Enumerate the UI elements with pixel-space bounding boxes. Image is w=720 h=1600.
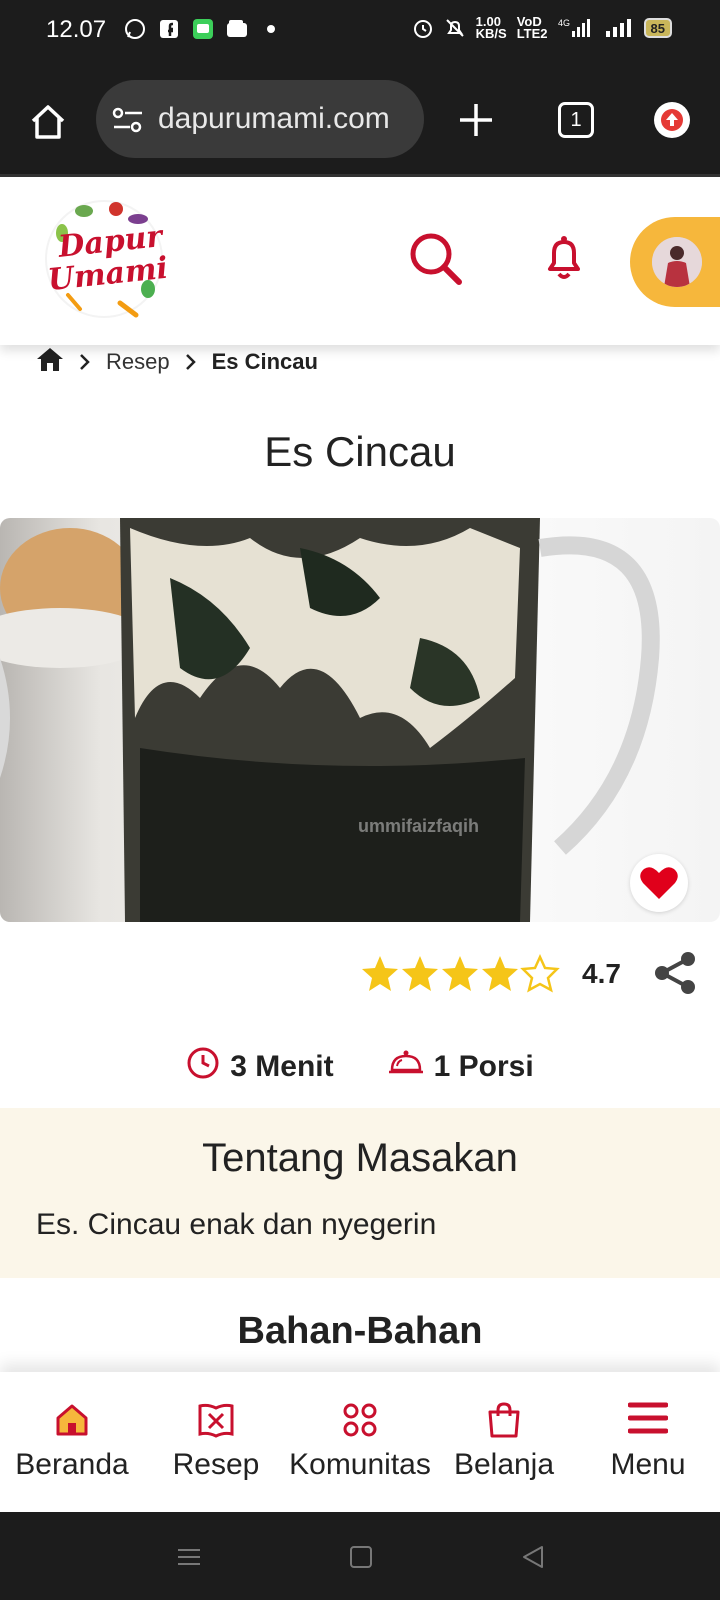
chevron-right-icon: [78, 352, 92, 372]
nav-beranda[interactable]: Beranda: [0, 1372, 144, 1512]
mute-notifications-icon: [444, 17, 466, 39]
plus-icon: [460, 104, 492, 136]
browser-home-button[interactable]: [28, 102, 68, 142]
bell-icon[interactable]: [544, 235, 584, 281]
recipe-book-icon: [196, 1400, 236, 1440]
cook-time: 3 Menit: [186, 1046, 334, 1088]
star-filled-icon: [360, 954, 400, 994]
nav-resep[interactable]: Resep: [144, 1372, 288, 1512]
notification-icons: [124, 18, 282, 40]
home-icon: [52, 1400, 92, 1440]
serving-dish-icon: [388, 1048, 424, 1086]
profile-button[interactable]: [630, 217, 720, 307]
nav-label: Komunitas: [289, 1448, 431, 1481]
facebook-icon: [158, 18, 180, 40]
back-triangle-icon[interactable]: [518, 1542, 548, 1572]
nav-label: Menu: [610, 1448, 686, 1481]
about-text: Es. Cincau enak dan nyegerin: [36, 1208, 437, 1241]
favorite-button[interactable]: [630, 854, 688, 912]
star-filled-icon: [400, 954, 440, 994]
nav-label: Resep: [172, 1448, 260, 1481]
status-bar: 12.07 1.00 KB/S VoD LTE2 4G 85: [0, 0, 720, 64]
signal-bars-icon: [604, 17, 634, 39]
cook-time-value: 3 Menit: [230, 1050, 334, 1083]
recipe-image: ummifaizfaqih: [0, 518, 720, 922]
home-square-icon[interactable]: [346, 1542, 376, 1572]
home-icon: [31, 105, 65, 139]
address-bar[interactable]: dapurumami.com: [96, 80, 424, 158]
nav-label: Belanja: [453, 1448, 555, 1481]
signal-type-label: 4G: [558, 18, 570, 28]
rating: 4.7: [360, 950, 621, 998]
messages-icon: [192, 18, 214, 40]
recipe-meta: 3 Menit 1 Porsi: [0, 1044, 720, 1090]
whatsapp-icon: [124, 18, 146, 40]
nav-label: Beranda: [15, 1448, 129, 1481]
recent-apps-icon[interactable]: [174, 1542, 204, 1572]
dapur-umami-logo[interactable]: Dapur Umami: [40, 197, 170, 321]
recipe-title: Es Cincau: [264, 428, 456, 475]
status-time: 12.07: [46, 16, 107, 43]
bottom-navigation: Beranda Resep Komunitas Belanja Menu: [0, 1372, 720, 1512]
shopping-bag-icon: [484, 1400, 524, 1440]
breadcrumb-resep-link[interactable]: Resep: [106, 349, 170, 375]
browser-toolbar: dapurumami.com 1: [0, 64, 720, 174]
hamburger-menu-icon: [627, 1400, 669, 1440]
breadcrumb: Resep Es Cincau: [36, 345, 318, 379]
avatar: [652, 237, 702, 287]
portions: 1 Porsi: [388, 1048, 534, 1086]
new-tab-button[interactable]: [456, 100, 496, 140]
more-notifications-dot-icon: [260, 18, 282, 40]
network-speed: 1.00 KB/S: [475, 14, 507, 41]
portions-value: 1 Porsi: [433, 1050, 534, 1083]
chevron-right-icon: [184, 352, 198, 372]
ingredients-title: Bahan-Bahan: [237, 1310, 483, 1352]
logo-text: Dapur Umami: [43, 219, 169, 298]
about-title: Tentang Masakan: [202, 1136, 518, 1180]
nav-belanja[interactable]: Belanja: [432, 1372, 576, 1512]
heart-icon: [640, 867, 678, 899]
tab-switcher-button[interactable]: 1: [558, 102, 594, 138]
star-filled-icon: [440, 954, 480, 994]
url-text[interactable]: dapurumami.com: [158, 102, 414, 136]
breadcrumb-home-icon[interactable]: [36, 346, 64, 378]
star-filled-icon: [480, 954, 520, 994]
rating-value: 4.7: [582, 958, 621, 989]
wallet-icon: [226, 18, 248, 40]
share-icon[interactable]: [652, 950, 698, 996]
site-header: Dapur Umami: [0, 177, 720, 345]
battery-indicator: 85: [643, 18, 672, 38]
about-section: Tentang Masakan Es. Cincau enak dan nyeg…: [0, 1108, 720, 1278]
system-navigation-bar: [0, 1512, 720, 1600]
signal-4g-icon: 4G: [558, 17, 594, 39]
avatar-icon: [652, 237, 702, 287]
system-status-icons: 1.00 KB/S VoD LTE2 4G 85: [412, 14, 672, 41]
site-settings-icon[interactable]: [112, 106, 144, 134]
clock-icon: [186, 1046, 220, 1088]
nav-menu[interactable]: Menu: [576, 1372, 720, 1512]
update-arrow-icon: [661, 109, 683, 131]
alarm-icon: [412, 17, 434, 39]
browser-update-button[interactable]: [654, 102, 690, 138]
volte-indicator: VoD LTE2: [516, 14, 548, 41]
es-cincau-photo: [0, 518, 660, 922]
nav-komunitas[interactable]: Komunitas: [288, 1372, 432, 1512]
breadcrumb-current: Es Cincau: [211, 349, 318, 374]
community-icon: [340, 1400, 380, 1440]
image-watermark: ummifaizfaqih: [358, 816, 480, 836]
star-empty-icon: [520, 953, 560, 994]
search-icon[interactable]: [408, 231, 464, 287]
